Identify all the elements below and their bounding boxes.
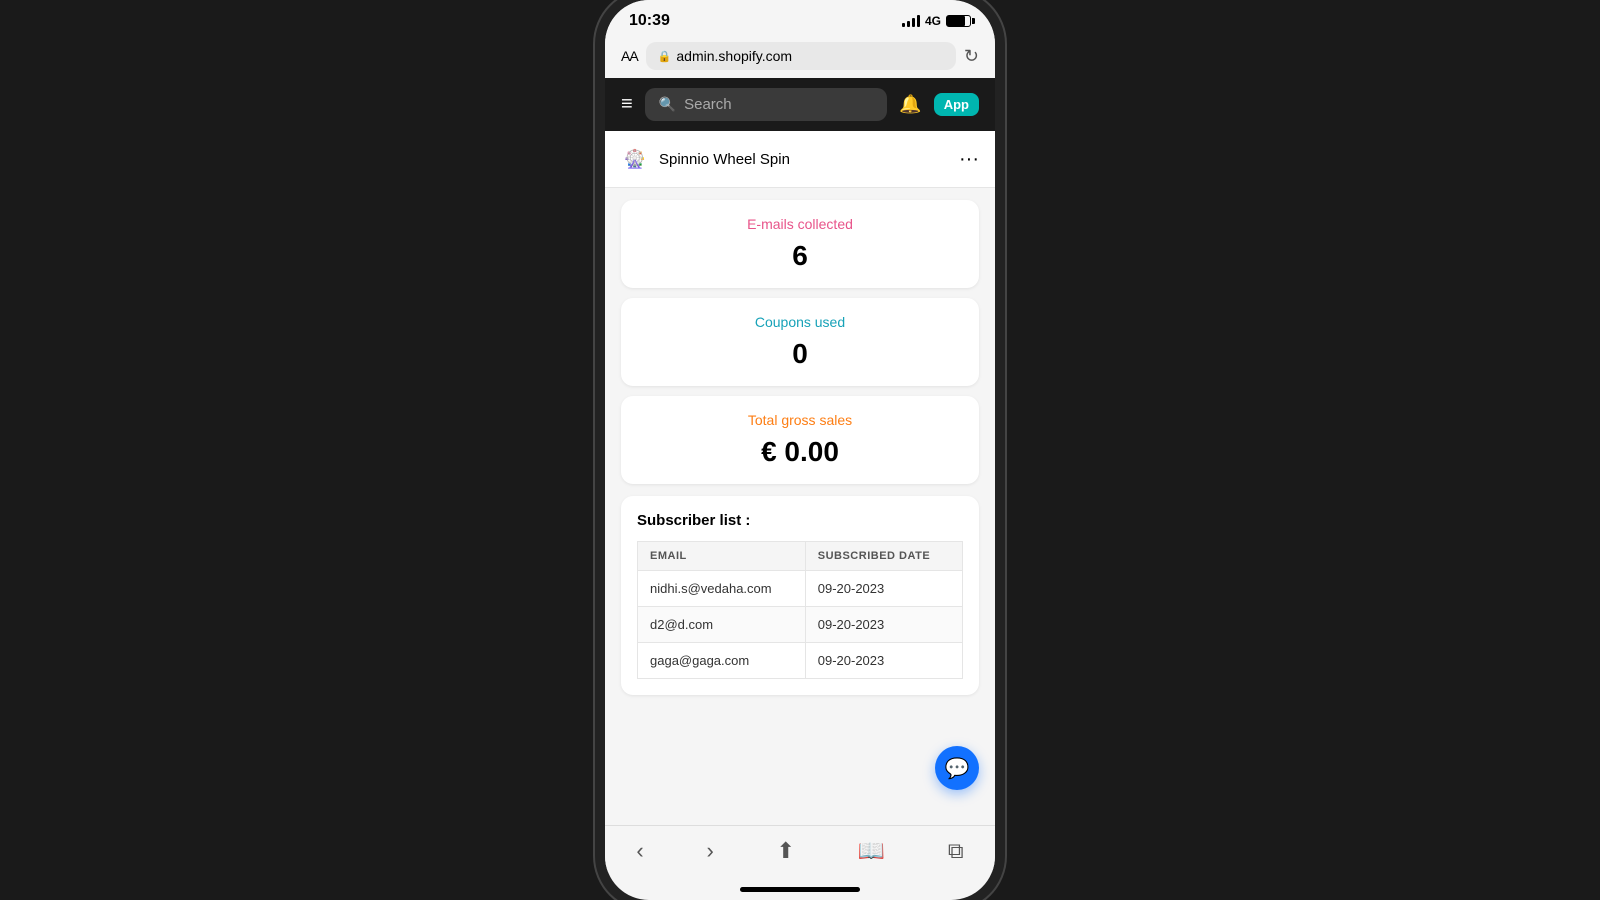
- network-type-label: 4G: [925, 14, 941, 28]
- status-icons: 4G: [902, 14, 971, 28]
- search-icon: 🔍: [659, 96, 676, 113]
- gross-sales-card: Total gross sales € 0.00: [621, 396, 979, 484]
- browser-bar: AA 🔒 admin.shopify.com ↻: [605, 36, 995, 78]
- bookmarks-button[interactable]: 📖: [858, 838, 885, 864]
- tabs-icon: ⧉: [948, 838, 964, 864]
- sales-label: Total gross sales: [637, 412, 963, 428]
- back-icon: ‹: [636, 838, 643, 864]
- hamburger-icon[interactable]: ≡: [621, 93, 633, 116]
- sales-value: € 0.00: [637, 436, 963, 468]
- subscriber-email: nidhi.s@vedaha.com: [638, 571, 806, 607]
- home-indicator: [740, 887, 860, 892]
- subscriber-date: 09-20-2023: [805, 571, 962, 607]
- subscriber-table: EMAIL SUBSCRIBED DATE nidhi.s@vedaha.com…: [637, 541, 963, 679]
- more-options-button[interactable]: ···: [959, 148, 979, 171]
- forward-icon: ›: [706, 838, 713, 864]
- status-bar: 10:39 4G: [605, 0, 995, 36]
- table-row: d2@d.com 09-20-2023: [638, 607, 963, 643]
- subscriber-email: gaga@gaga.com: [638, 643, 806, 679]
- shopify-nav: ≡ 🔍 Search 🔔 App: [605, 78, 995, 131]
- chat-fab-button[interactable]: 💬: [935, 746, 979, 790]
- emails-label: E-mails collected: [637, 216, 963, 232]
- browser-url-text: admin.shopify.com: [676, 48, 792, 64]
- app-logo-icon: 🎡: [621, 145, 649, 173]
- main-content: 🎡 Spinnio Wheel Spin ··· E-mails collect…: [605, 131, 995, 781]
- battery-icon: [946, 15, 971, 27]
- table-row: nidhi.s@vedaha.com 09-20-2023: [638, 571, 963, 607]
- subscriber-list-title: Subscriber list :: [637, 512, 963, 529]
- coupons-label: Coupons used: [637, 314, 963, 330]
- signal-bars-icon: [902, 15, 920, 27]
- app-header: 🎡 Spinnio Wheel Spin ···: [605, 131, 995, 188]
- chat-icon: 💬: [945, 756, 970, 781]
- share-button[interactable]: ⬆: [777, 838, 795, 864]
- bookmarks-icon: 📖: [858, 838, 885, 864]
- refresh-button[interactable]: ↻: [964, 46, 979, 67]
- search-placeholder-text: Search: [684, 96, 732, 113]
- stats-container: E-mails collected 6 Coupons used 0 Total…: [605, 188, 995, 496]
- email-column-header: EMAIL: [638, 542, 806, 571]
- status-time: 10:39: [629, 12, 670, 30]
- app-badge[interactable]: App: [934, 93, 979, 116]
- browser-url-bar[interactable]: 🔒 admin.shopify.com: [646, 42, 956, 70]
- forward-button[interactable]: ›: [706, 838, 713, 864]
- lock-icon: 🔒: [658, 50, 672, 63]
- table-row: gaga@gaga.com 09-20-2023: [638, 643, 963, 679]
- subscriber-date: 09-20-2023: [805, 643, 962, 679]
- share-icon: ⬆: [777, 838, 795, 864]
- subscriber-section: Subscriber list : EMAIL SUBSCRIBED DATE …: [621, 496, 979, 695]
- date-column-header: SUBSCRIBED DATE: [805, 542, 962, 571]
- back-button[interactable]: ‹: [636, 838, 643, 864]
- bell-icon[interactable]: 🔔: [899, 94, 921, 115]
- bottom-nav: ‹ › ⬆ 📖 ⧉: [605, 825, 995, 872]
- coupons-value: 0: [637, 338, 963, 370]
- emails-collected-card: E-mails collected 6: [621, 200, 979, 288]
- app-title: Spinnio Wheel Spin: [659, 151, 790, 168]
- coupons-used-card: Coupons used 0: [621, 298, 979, 386]
- search-bar[interactable]: 🔍 Search: [645, 88, 888, 121]
- browser-aa-label[interactable]: AA: [621, 48, 638, 64]
- app-header-left: 🎡 Spinnio Wheel Spin: [621, 145, 790, 173]
- subscriber-email: d2@d.com: [638, 607, 806, 643]
- tabs-button[interactable]: ⧉: [948, 838, 964, 864]
- emails-value: 6: [637, 240, 963, 272]
- subscriber-date: 09-20-2023: [805, 607, 962, 643]
